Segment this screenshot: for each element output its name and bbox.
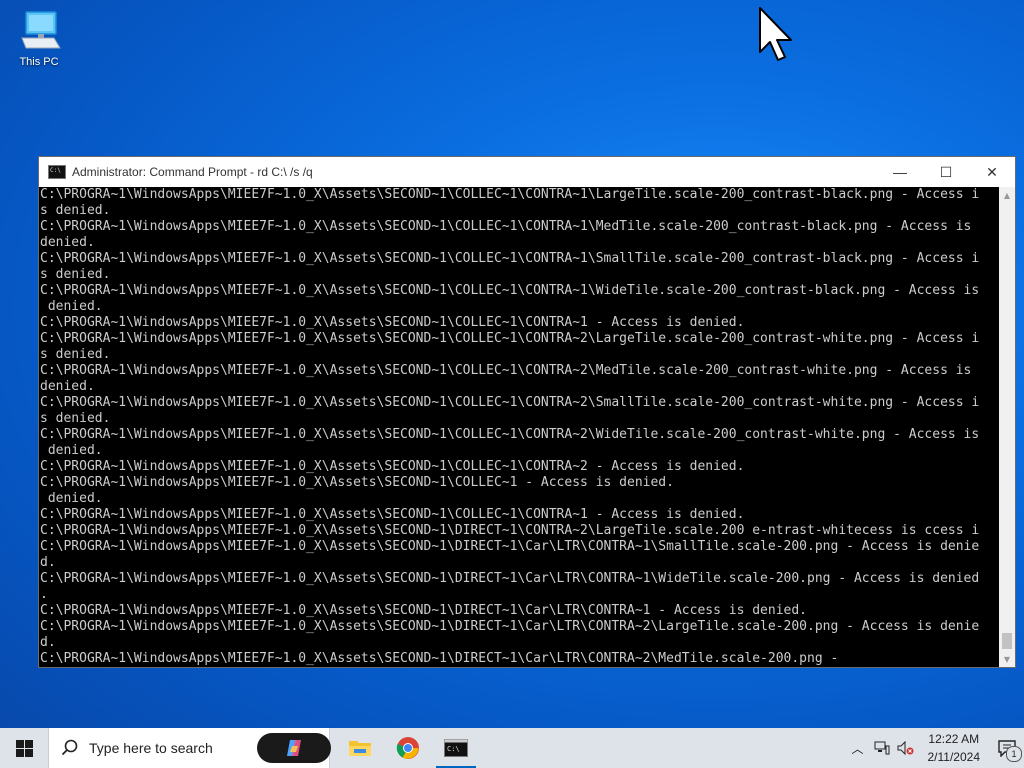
copilot-button[interactable] — [257, 733, 331, 763]
console-line: C:\PROGRA~1\WindowsApps\MIEE7F~1.0_X\Ass… — [40, 187, 980, 202]
console-line: C:\PROGRA~1\WindowsApps\MIEE7F~1.0_X\Ass… — [40, 283, 980, 298]
scrollbar-thumb[interactable] — [1002, 633, 1012, 649]
terminal-icon: C:\ — [444, 739, 468, 757]
console-line: C:\PROGRA~1\WindowsApps\MIEE7F~1.0_X\Ass… — [40, 475, 674, 490]
taskbar-command-prompt[interactable]: C:\ — [432, 728, 480, 768]
window-title: Administrator: Command Prompt - rd C:\ /… — [72, 165, 313, 179]
minimize-button[interactable]: — — [877, 157, 923, 187]
console-line: C:\PROGRA~1\WindowsApps\MIEE7F~1.0_X\Ass… — [40, 427, 980, 442]
taskbar-search-box[interactable]: Type here to search — [48, 728, 331, 768]
console-line: denied. — [40, 299, 103, 314]
search-icon — [61, 739, 78, 756]
console-line: C:\PROGRA~1\WindowsApps\MIEE7F~1.0_X\Ass… — [40, 603, 808, 618]
console-line: C:\PROGRA~1\WindowsApps\MIEE7F~1.0_X\Ass… — [40, 219, 972, 234]
windows-logo-icon — [15, 739, 33, 757]
console-output[interactable]: C:\PROGRA~1\WindowsApps\MIEE7F~1.0_X\Ass… — [39, 187, 1000, 667]
mouse-cursor-icon — [759, 7, 792, 61]
scroll-down-arrow-icon[interactable]: ▼ — [999, 651, 1015, 667]
show-hidden-icons-chevron-icon[interactable]: ︿ — [846, 728, 870, 768]
console-line: d. — [40, 635, 56, 650]
notification-center-button[interactable]: 1 — [990, 728, 1024, 768]
notification-badge: 1 — [1006, 746, 1022, 762]
start-button[interactable] — [0, 728, 48, 768]
console-line: C:\PROGRA~1\WindowsApps\MIEE7F~1.0_X\Ass… — [40, 459, 745, 474]
taskbar-chrome[interactable] — [384, 728, 432, 768]
taskbar-file-explorer[interactable] — [336, 728, 384, 768]
console-line: C:\PROGRA~1\WindowsApps\MIEE7F~1.0_X\Ass… — [40, 539, 980, 554]
console-line: denied. — [40, 443, 103, 458]
console-line: C:\PROGRA~1\WindowsApps\MIEE7F~1.0_X\Ass… — [40, 571, 980, 586]
network-icon[interactable] — [870, 728, 894, 768]
copilot-icon — [287, 740, 301, 756]
terminal-icon — [48, 165, 66, 179]
window-titlebar[interactable]: Administrator: Command Prompt - rd C:\ /… — [39, 157, 1015, 187]
chrome-icon — [396, 737, 419, 759]
clock-date: 2/11/2024 — [927, 750, 981, 764]
taskbar: Type here to search C:\ ︿ 12:22 AM 2/11/… — [0, 728, 1024, 768]
desktop-icon-this-pc[interactable]: This PC — [10, 8, 68, 68]
svg-text:C:\: C:\ — [447, 745, 460, 753]
console-line: C:\PROGRA~1\WindowsApps\MIEE7F~1.0_X\Ass… — [40, 619, 980, 634]
maximize-button[interactable]: ☐ — [923, 157, 969, 187]
taskbar-clock[interactable]: 12:22 AM 2/11/2024 — [918, 730, 991, 766]
folder-icon — [349, 741, 371, 756]
console-line: denied. — [40, 379, 95, 394]
console-line: C:\PROGRA~1\WindowsApps\MIEE7F~1.0_X\Ass… — [40, 395, 980, 410]
scroll-up-arrow-icon[interactable]: ▲ — [999, 187, 1015, 203]
console-line: C:\PROGRA~1\WindowsApps\MIEE7F~1.0_X\Ass… — [40, 523, 980, 538]
desktop-icon-label: This PC — [19, 56, 59, 68]
vertical-scrollbar[interactable]: ▲ ▼ — [999, 187, 1015, 667]
command-prompt-window[interactable]: Administrator: Command Prompt - rd C:\ /… — [38, 156, 1016, 668]
clock-time: 12:22 AM — [928, 732, 980, 746]
console-line: s denied. — [40, 203, 111, 218]
computer-icon — [21, 11, 61, 49]
console-line: C:\PROGRA~1\WindowsApps\MIEE7F~1.0_X\Ass… — [40, 315, 745, 330]
console-line: C:\PROGRA~1\WindowsApps\MIEE7F~1.0_X\Ass… — [40, 363, 972, 378]
console-line: denied. — [40, 235, 95, 250]
volume-muted-icon[interactable] — [894, 728, 918, 768]
console-line: C:\PROGRA~1\WindowsApps\MIEE7F~1.0_X\Ass… — [40, 251, 980, 266]
console-line: s denied. — [40, 267, 111, 282]
search-placeholder: Type here to search — [89, 740, 213, 756]
close-button[interactable]: ✕ — [969, 157, 1015, 187]
console-line: . — [40, 587, 48, 602]
console-line: C:\PROGRA~1\WindowsApps\MIEE7F~1.0_X\Ass… — [40, 331, 980, 346]
console-line: C:\PROGRA~1\WindowsApps\MIEE7F~1.0_X\Ass… — [40, 651, 839, 666]
console-line: s denied. — [40, 347, 111, 362]
console-line: denied. — [40, 491, 103, 506]
console-line: d. — [40, 555, 56, 570]
console-line: C:\PROGRA~1\WindowsApps\MIEE7F~1.0_X\Ass… — [40, 507, 745, 522]
system-tray: ︿ 12:22 AM 2/11/2024 1 — [846, 728, 1024, 768]
console-line: s denied. — [40, 411, 111, 426]
